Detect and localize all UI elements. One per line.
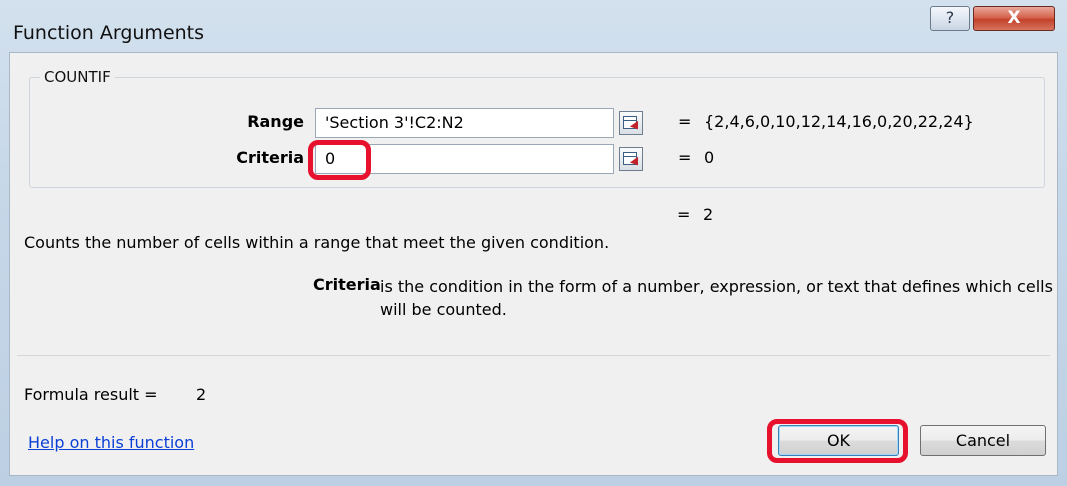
formula-result-value: 2 [196,385,207,404]
argument-help-name: Criteria [313,275,381,294]
help-on-function-link[interactable]: Help on this function [28,433,194,452]
range-equals: = [678,112,692,131]
function-description: Counts the number of cells within a rang… [24,233,610,252]
dialog-body: COUNTIF Range 'Section 3'!C2:N2 = {2,4,6… [9,52,1058,476]
range-collapse-dialog-icon[interactable] [619,111,643,135]
range-input[interactable]: 'Section 3'!C2:N2 [315,108,614,138]
criteria-equals: = [678,148,692,167]
criteria-evaluated: 0 [704,148,715,167]
help-icon[interactable]: ? [930,6,970,31]
arguments-group: COUNTIF Range 'Section 3'!C2:N2 = {2,4,6… [29,68,1045,188]
function-arguments-dialog: Function Arguments ? X COUNTIF Range 'Se… [0,0,1067,486]
result-equals: = [677,205,691,224]
argument-help-text: is the condition in the form of a number… [380,277,1053,319]
criteria-collapse-dialog-icon[interactable] [619,147,643,171]
range-label: Range [247,112,304,131]
result-value: 2 [703,205,714,224]
formula-result-label: Formula result = [24,385,158,404]
divider [17,355,1050,356]
criteria-label: Criteria [236,148,304,167]
range-evaluated: {2,4,6,0,10,12,14,16,0,20,22,24} [704,112,974,131]
ok-highlight-annotation [767,419,908,463]
title-bar: Function Arguments ? X [0,0,1067,52]
close-icon[interactable]: X [973,6,1055,31]
dialog-title: Function Arguments [13,22,205,44]
criteria-highlight-annotation [308,140,371,180]
cancel-button[interactable]: Cancel [920,425,1046,456]
function-name: COUNTIF [40,68,115,86]
